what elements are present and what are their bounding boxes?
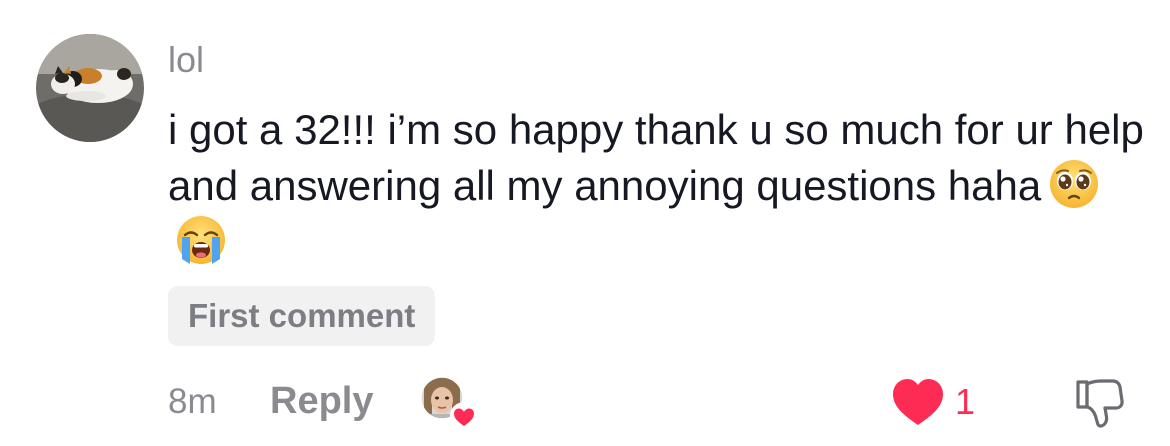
creator-heart-badge-icon [450,402,478,430]
comment-timestamp: 8m [168,382,217,421]
reply-button[interactable]: Reply [270,378,373,424]
first-comment-label: First comment [188,297,416,334]
loudly-crying-face-emoji [176,215,226,265]
comment-body: i got a 32!!! i’m so happy thank u so mu… [168,102,1148,270]
thumbs-down-icon [1076,379,1124,428]
dislike-button[interactable] [1072,376,1126,430]
liked-by-creator-avatar [420,376,478,432]
first-comment-badge: First comment [168,286,436,346]
like-count: 1 [955,381,976,422]
comment-username[interactable]: lol [168,38,204,82]
comment-text: i got a 32!!! i’m so happy thank u so mu… [168,106,1144,209]
user-avatar[interactable] [36,34,144,142]
heart-icon [893,379,943,425]
pleading-face-emoji [1049,159,1099,209]
comment-item: lol i got a 32!!! i’m so happy thank u s… [0,0,1170,446]
like-button[interactable] [890,376,946,428]
